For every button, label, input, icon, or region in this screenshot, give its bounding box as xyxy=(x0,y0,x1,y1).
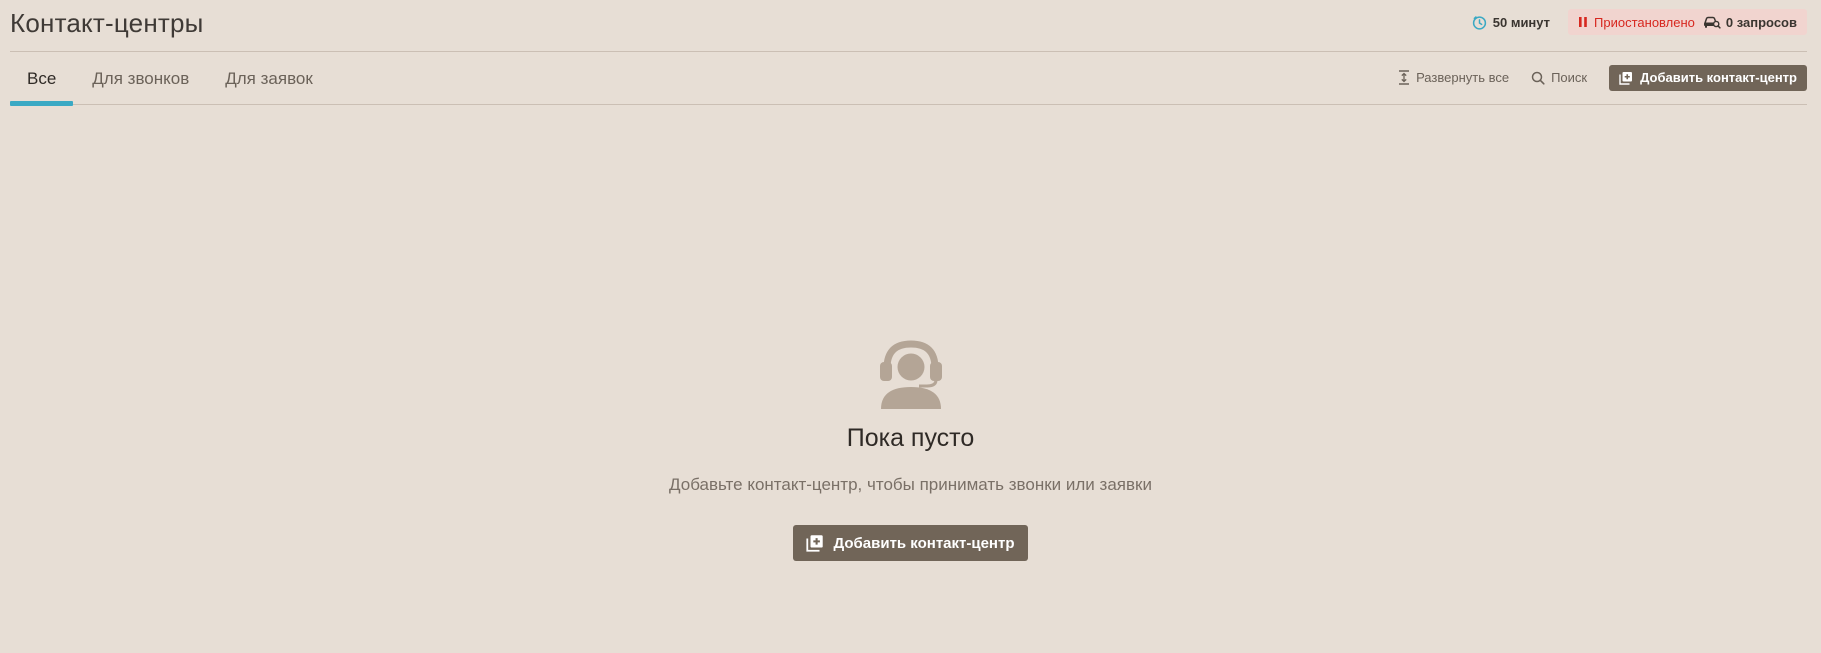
tabs: Все Для звонков Для заявок xyxy=(10,52,332,106)
tab-label: Для звонков xyxy=(92,68,190,88)
pause-icon xyxy=(1578,16,1588,28)
add-contact-center-button[interactable]: Добавить контакт-центр xyxy=(1609,64,1807,91)
requests-label: 0 запросов xyxy=(1725,14,1797,30)
tab-all[interactable]: Все xyxy=(10,52,74,106)
add-square-icon xyxy=(1619,71,1633,85)
status-box[interactable]: Приостановлено 0 запросов xyxy=(1568,9,1807,35)
add-button-label: Добавить контакт-центр xyxy=(1640,70,1797,85)
add-contact-center-button-main[interactable]: Добавить контакт-центр xyxy=(793,525,1028,561)
expand-all-button[interactable]: Развернуть все xyxy=(1398,70,1509,85)
timer-value: 50 минут xyxy=(1492,14,1551,30)
tab-label: Все xyxy=(27,68,57,88)
operator-headset-icon xyxy=(877,336,945,410)
empty-state: Пока пусто Добавьте контакт-центр, чтобы… xyxy=(0,336,1821,561)
add-square-icon xyxy=(806,534,824,552)
page-header: Контакт-центры 50 минут Приостановлено 0… xyxy=(10,0,1807,52)
empty-state-title: Пока пусто xyxy=(846,424,975,452)
expand-vertical-icon xyxy=(1398,70,1410,85)
tab-label: Для заявок xyxy=(225,68,313,88)
car-search-icon xyxy=(1703,15,1721,29)
status-label: Приостановлено xyxy=(1594,14,1695,30)
header-status-area: 50 минут Приостановлено 0 запросов xyxy=(1472,9,1807,35)
add-button-label: Добавить контакт-центр xyxy=(833,534,1015,552)
search-label: Поиск xyxy=(1551,70,1588,85)
clock-icon xyxy=(1472,15,1487,30)
search-button[interactable]: Поиск xyxy=(1531,70,1587,85)
status-paused: Приостановлено xyxy=(1578,15,1695,30)
timer[interactable]: 50 минут xyxy=(1472,15,1550,30)
tab-tools: Развернуть все Поиск Добавить контакт-це… xyxy=(1398,64,1807,91)
tab-calls[interactable]: Для звонков xyxy=(75,52,206,105)
page-title: Контакт-центры xyxy=(10,8,204,38)
tab-requests[interactable]: Для заявок xyxy=(208,52,330,105)
tabs-row: Все Для звонков Для заявок Развернуть вс… xyxy=(10,52,1807,106)
requests-counter: 0 запросов xyxy=(1703,15,1797,30)
empty-state-description: Добавьте контакт-центр, чтобы принимать … xyxy=(669,475,1152,494)
search-icon xyxy=(1531,71,1545,85)
expand-all-label: Развернуть все xyxy=(1416,70,1510,85)
contact-centers-page: Контакт-центры 50 минут Приостановлено 0… xyxy=(0,0,1821,653)
